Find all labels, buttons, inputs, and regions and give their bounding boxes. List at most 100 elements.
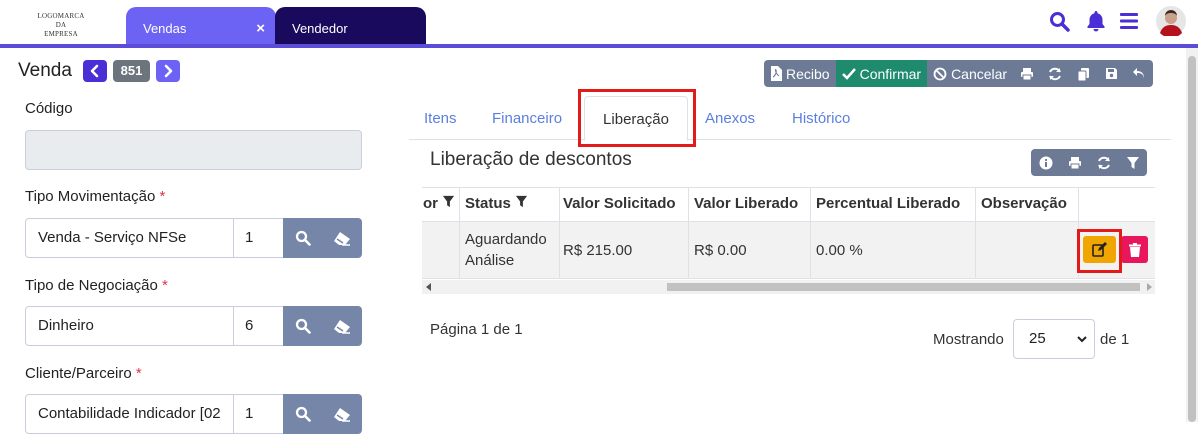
total-pages-label: de 1 <box>1100 331 1130 348</box>
tipo-movimentacao-clear-button[interactable] <box>322 218 362 258</box>
chevron-left-icon <box>90 64 99 78</box>
page-scrollbar[interactable] <box>1186 48 1198 422</box>
section-title: Liberação de descontos <box>430 149 632 170</box>
grid-toolbar <box>1031 149 1147 176</box>
grid-refresh-button[interactable] <box>1089 149 1118 176</box>
scroll-left-icon[interactable] <box>426 283 432 291</box>
table-cell-valor-solicitado: R$ 215.00 <box>558 222 689 279</box>
required-marker: * <box>159 188 166 205</box>
tab-itens[interactable]: Itens <box>424 110 457 127</box>
filter-icon[interactable] <box>515 195 528 208</box>
refresh-icon <box>1097 156 1110 169</box>
table-horizontal-scrollbar[interactable] <box>422 280 1155 294</box>
table-cell-observacao <box>976 222 1079 279</box>
search-icon <box>295 406 311 422</box>
table-cell <box>422 222 460 279</box>
next-record-button[interactable] <box>156 60 180 82</box>
tipo-movimentacao-search-button[interactable] <box>283 218 322 258</box>
tipo-negociacao-search-button[interactable] <box>283 306 322 346</box>
print-icon <box>1068 156 1081 169</box>
eraser-icon <box>334 319 350 334</box>
tab-vendedor[interactable]: Vendedor <box>275 7 426 44</box>
column-header-truncated[interactable]: or <box>422 187 460 222</box>
cliente-parceiro-clear-button[interactable] <box>322 394 362 434</box>
info-icon <box>1039 156 1052 169</box>
tab-financeiro[interactable]: Financeiro <box>492 110 562 127</box>
tipo-movimentacao-field[interactable]: Venda - Serviço NFSe <box>25 218 234 258</box>
column-header-valor-liberado[interactable]: Valor Liberado <box>689 187 811 222</box>
grid-filter-button[interactable] <box>1118 149 1147 176</box>
column-header-observacao[interactable]: Observação <box>976 187 1079 222</box>
scroll-right-icon[interactable] <box>1146 283 1152 291</box>
scrollbar-thumb[interactable] <box>1188 56 1196 422</box>
save-icon <box>1105 68 1117 79</box>
save-button[interactable] <box>1097 60 1126 87</box>
tab-vendas[interactable]: Vendas × <box>126 7 276 44</box>
grid-print-button[interactable] <box>1060 149 1089 176</box>
copy-button[interactable] <box>1069 60 1098 87</box>
pdf-file-icon <box>771 66 782 81</box>
company-logo[interactable]: LOGOMARCA DA EMPRESA <box>28 12 94 39</box>
cliente-parceiro-search-button[interactable] <box>283 394 322 434</box>
tab-anexos[interactable]: Anexos <box>705 110 755 127</box>
user-avatar[interactable] <box>1156 6 1186 36</box>
tipo-negociacao-label-text: Tipo de Negociação <box>25 277 158 294</box>
edit-highlight-box <box>1077 229 1122 273</box>
chevron-right-icon <box>164 64 173 78</box>
search-icon <box>295 318 311 334</box>
filter-icon[interactable] <box>442 195 455 208</box>
info-button[interactable] <box>1031 149 1060 176</box>
menu-icon[interactable] <box>1119 12 1139 30</box>
page-size-value: 25 <box>1029 330 1046 347</box>
cancelar-button[interactable]: Cancelar <box>927 60 1014 87</box>
codigo-field[interactable] <box>25 130 362 170</box>
tipo-negociacao-clear-button[interactable] <box>322 306 362 346</box>
search-icon[interactable] <box>1049 11 1070 32</box>
print-button[interactable] <box>1013 60 1042 87</box>
tab-historico[interactable]: Histórico <box>792 110 850 127</box>
check-icon <box>841 67 856 80</box>
tipo-negociacao-label: Tipo de Negociação * <box>25 277 168 294</box>
column-header-valor-solicitado[interactable]: Valor Solicitado <box>558 187 689 222</box>
cliente-parceiro-field[interactable]: Contabilidade Indicador [02 <box>25 394 234 434</box>
tab-vendedor-label: Vendedor <box>292 21 348 36</box>
recibo-button[interactable]: Recibo <box>764 60 836 87</box>
undo-button[interactable] <box>1125 60 1154 87</box>
tipo-movimentacao-code[interactable]: 1 <box>234 218 284 258</box>
page-title: Venda <box>18 60 72 81</box>
table-cell-percentual-liberado: 0.00 % <box>811 222 976 279</box>
eraser-icon <box>334 407 350 422</box>
tipo-movimentacao-label-text: Tipo Movimentação <box>25 188 156 205</box>
scrollbar-thumb[interactable] <box>667 283 1140 291</box>
refresh-icon <box>1049 67 1062 80</box>
tipo-movimentacao-label: Tipo Movimentação * <box>25 188 165 205</box>
tab-vendas-label: Vendas <box>143 21 187 36</box>
confirmar-button[interactable]: Confirmar <box>835 60 928 87</box>
top-bar: LOGOMARCA DA EMPRESA Vendas × Vendedor <box>0 0 1198 44</box>
bell-icon[interactable] <box>1086 10 1106 32</box>
tipo-negociacao-code[interactable]: 6 <box>234 306 284 346</box>
codigo-label: Código <box>25 100 73 117</box>
copy-icon <box>1077 67 1089 81</box>
discounts-table: or Status Valor Solicitado Valor Liberad… <box>422 187 1155 294</box>
close-tab-icon[interactable]: × <box>256 20 265 37</box>
table-cell-valor-liberado: R$ 0.00 <box>689 222 811 279</box>
refresh-button[interactable] <box>1041 60 1070 87</box>
page-size-select[interactable]: 25 <box>1013 319 1095 359</box>
cliente-parceiro-code[interactable]: 1 <box>234 394 284 434</box>
ban-icon <box>933 67 947 80</box>
delete-button[interactable] <box>1121 236 1148 263</box>
header-divider <box>0 44 1198 48</box>
search-icon <box>295 230 311 246</box>
column-header-percentual-liberado[interactable]: Percentual Liberado <box>811 187 976 222</box>
column-header-status[interactable]: Status <box>460 187 560 222</box>
previous-record-button[interactable] <box>83 60 107 82</box>
logo-line: EMPRESA <box>44 30 78 38</box>
cliente-parceiro-label-text: Cliente/Parceiro <box>25 365 132 382</box>
undo-icon <box>1133 68 1145 78</box>
pagination-info: Página 1 de 1 <box>430 321 523 338</box>
tipo-negociacao-field[interactable]: Dinheiro <box>25 306 234 346</box>
action-toolbar: Recibo Confirmar Cancelar <box>764 60 1154 87</box>
logo-line: LOGOMARCA <box>37 12 85 20</box>
column-header-label: or <box>423 195 438 212</box>
